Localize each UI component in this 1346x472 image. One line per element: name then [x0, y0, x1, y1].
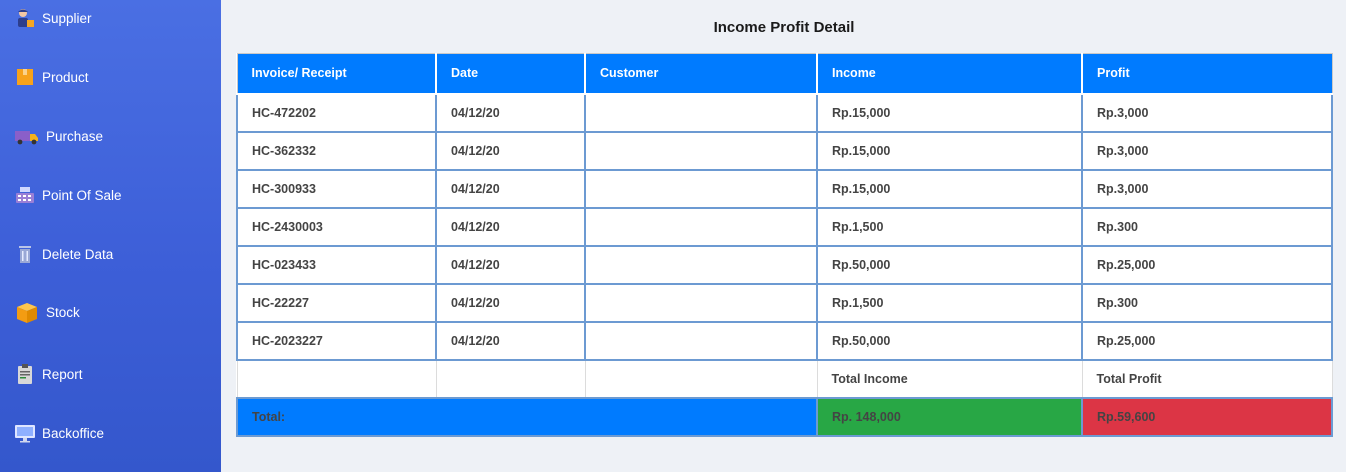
- cell-income: Rp.15,000: [816, 92, 1083, 133]
- sidebar-item-point-of-sale[interactable]: Point Of Sale: [14, 183, 122, 207]
- monitor-icon: [14, 422, 36, 444]
- cell-income: Rp.15,000: [816, 130, 1083, 171]
- cell-customer: [584, 92, 818, 133]
- cash-register-icon: [14, 184, 36, 206]
- column-header-date: Date: [435, 53, 586, 95]
- table-row: HC-472202 04/12/20 Rp.15,000 Rp.3,000: [236, 92, 1333, 133]
- table-row: HC-023433 04/12/20 Rp.50,000 Rp.25,000: [236, 244, 1333, 285]
- cell-invoice: HC-023433: [236, 244, 437, 285]
- cell-date: 04/12/20: [435, 244, 586, 285]
- cell-profit: Rp.3,000: [1081, 130, 1333, 171]
- cell-profit: Rp.25,000: [1081, 320, 1333, 361]
- cell-income: Rp.1,500: [816, 282, 1083, 323]
- stock-box-icon: [14, 301, 40, 323]
- cell-invoice: HC-300933: [236, 168, 437, 209]
- empty-cell: [236, 359, 437, 398]
- page-title: Income Profit Detail: [713, 19, 855, 36]
- cell-invoice: HC-472202: [236, 92, 437, 133]
- sidebar-item-delete-data[interactable]: Delete Data: [14, 242, 113, 266]
- total-profit-label: Total Profit: [1081, 359, 1333, 398]
- cell-invoice: HC-362332: [236, 130, 437, 171]
- cell-customer: [584, 244, 818, 285]
- sidebar-item-label: Backoffice: [42, 425, 105, 441]
- cell-income: Rp.15,000: [816, 168, 1083, 209]
- sidebar-item-label: Delete Data: [42, 246, 114, 262]
- total-profit-value: Rp.59,600: [1081, 396, 1333, 437]
- sidebar-item-label: Stock: [46, 304, 80, 320]
- column-header-income: Income: [816, 53, 1083, 95]
- cell-profit: Rp.300: [1081, 282, 1333, 323]
- cell-profit: Rp.25,000: [1081, 244, 1333, 285]
- column-header-invoice: Invoice/ Receipt: [237, 53, 437, 95]
- sidebar-item-report[interactable]: Report: [14, 362, 83, 386]
- summary-row: Total Income Total Profit: [236, 359, 1333, 398]
- cell-customer: [584, 168, 818, 209]
- total-label: Total:: [236, 396, 818, 437]
- column-header-customer: Customer: [584, 53, 818, 95]
- delivery-truck-icon: [14, 125, 40, 147]
- sidebar-item-stock[interactable]: Stock: [14, 300, 80, 324]
- cell-income: Rp.50,000: [816, 244, 1083, 285]
- cell-date: 04/12/20: [435, 282, 586, 323]
- total-income-label: Total Income: [816, 359, 1083, 398]
- sidebar-item-label: Supplier: [42, 10, 92, 26]
- sidebar-item-backoffice[interactable]: Backoffice: [14, 421, 104, 445]
- cell-income: Rp.1,500: [816, 206, 1083, 247]
- product-box-icon: [14, 66, 36, 88]
- total-income-value: Rp. 148,000: [816, 396, 1083, 437]
- cell-date: 04/12/20: [435, 130, 586, 171]
- table-row: HC-2430003 04/12/20 Rp.1,500 Rp.300: [236, 206, 1333, 247]
- trash-icon: [14, 243, 36, 265]
- cell-profit: Rp.300: [1081, 206, 1333, 247]
- total-row: Total: Rp. 148,000 Rp.59,600: [236, 396, 1333, 437]
- cell-date: 04/12/20: [435, 206, 586, 247]
- cell-invoice: HC-22227: [236, 282, 437, 323]
- income-profit-table: Invoice/ Receipt Date Customer Income Pr…: [236, 53, 1333, 437]
- sidebar-item-label: Report: [42, 366, 83, 382]
- cell-date: 04/12/20: [435, 168, 586, 209]
- cell-invoice: HC-2023227: [236, 320, 437, 361]
- cell-profit: Rp.3,000: [1081, 92, 1333, 133]
- cell-customer: [584, 282, 818, 323]
- cell-customer: [584, 206, 818, 247]
- sidebar-item-supplier[interactable]: Supplier: [14, 6, 92, 30]
- cell-customer: [584, 320, 818, 361]
- cell-date: 04/12/20: [435, 92, 586, 133]
- table-row: HC-22227 04/12/20 Rp.1,500 Rp.300: [236, 282, 1333, 323]
- table-header-row: Invoice/ Receipt Date Customer Income Pr…: [237, 53, 1332, 95]
- sidebar-item-label: Point Of Sale: [42, 187, 122, 203]
- sidebar-item-purchase[interactable]: Purchase: [14, 124, 103, 148]
- sidebar-item-product[interactable]: Product: [14, 65, 89, 89]
- table-row: HC-2023227 04/12/20 Rp.50,000 Rp.25,000: [236, 320, 1333, 361]
- cell-income: Rp.50,000: [816, 320, 1083, 361]
- sidebar: Supplier Product Purchase Point Of Sale …: [0, 0, 221, 472]
- empty-cell: [435, 359, 586, 398]
- report-clipboard-icon: [14, 363, 36, 385]
- sidebar-item-label: Purchase: [46, 128, 104, 144]
- table-row: HC-300933 04/12/20 Rp.15,000 Rp.3,000: [236, 168, 1333, 209]
- cell-profit: Rp.3,000: [1081, 168, 1333, 209]
- table-row: HC-362332 04/12/20 Rp.15,000 Rp.3,000: [236, 130, 1333, 171]
- cell-customer: [584, 130, 818, 171]
- supplier-icon: [14, 7, 36, 29]
- cell-invoice: HC-2430003: [236, 206, 437, 247]
- cell-date: 04/12/20: [435, 320, 586, 361]
- sidebar-item-label: Product: [42, 69, 89, 85]
- column-header-profit: Profit: [1081, 53, 1332, 95]
- empty-cell: [584, 359, 818, 398]
